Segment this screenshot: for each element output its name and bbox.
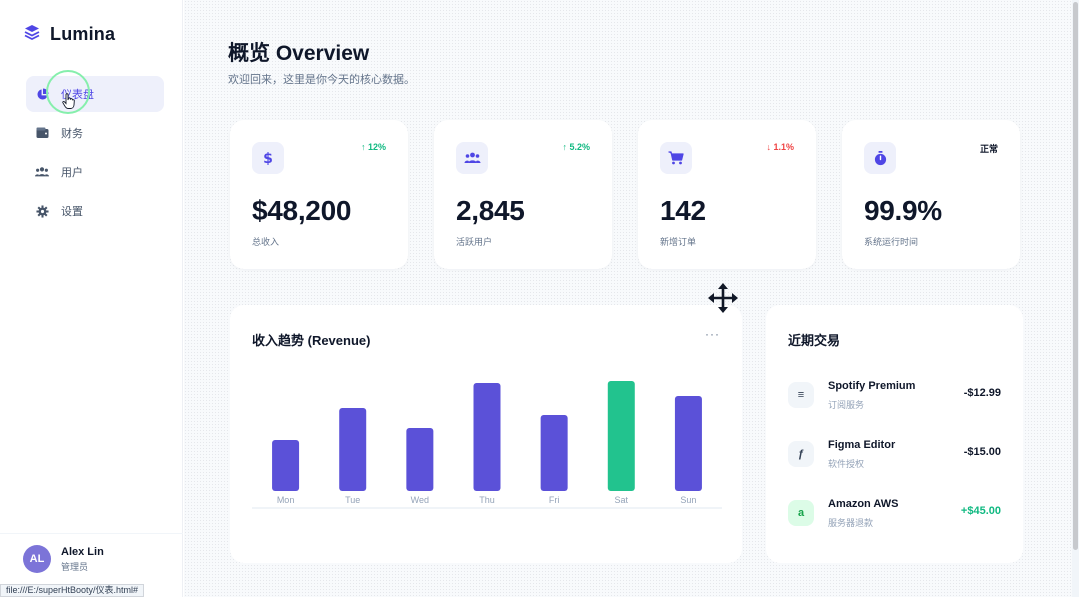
bar-sun[interactable]: [674, 396, 702, 491]
transaction-name: Amazon AWS: [828, 498, 899, 510]
layers-icon: [23, 23, 41, 46]
sidebar-item-label: 用户: [61, 167, 83, 179]
stat-value: 142: [660, 195, 706, 226]
app-name: Lumina: [50, 24, 116, 44]
status-badge: 正常: [979, 144, 998, 154]
amazon-icon: a: [788, 500, 814, 526]
stat-value: 99.9%: [864, 195, 942, 226]
wallet-icon: [35, 126, 49, 140]
sidebar-item-label: 设置: [61, 206, 83, 218]
users-icon: [456, 142, 488, 174]
main-content: 概览 Overview 欢迎回来，这里是你今天的核心数据。 $ ↑ 12% $4…: [184, 0, 1079, 597]
revenue-bar-chart: Mon Tue Wed Thu Fri Sat Sun: [252, 381, 722, 509]
x-tick-label: Mon: [277, 495, 295, 505]
stat-card-active-users[interactable]: ↑ 5.2% 2,845 活跃用户: [434, 120, 612, 269]
stat-label: 活跃用户: [456, 237, 493, 247]
transaction-row[interactable]: a Amazon AWS 服务器退款 +$45.00: [788, 494, 1001, 534]
stat-card-revenue[interactable]: $ ↑ 12% $48,200 总收入: [230, 120, 408, 269]
x-tick-label: Wed: [411, 495, 429, 505]
user-role: 管理员: [61, 561, 89, 572]
figma-icon: ƒ: [788, 441, 814, 467]
gear-icon: [35, 204, 49, 218]
hand-cursor-icon: [62, 93, 75, 114]
trend-badge: ↑ 12%: [360, 142, 386, 152]
stat-label: 总收入: [252, 237, 280, 247]
transaction-category: 订阅服务: [828, 400, 865, 410]
page-subtitle: 欢迎回来，这里是你今天的核心数据。: [228, 74, 415, 86]
scrollbar[interactable]: [1072, 0, 1079, 597]
bar-thu[interactable]: [473, 383, 501, 491]
trend-badge: ↑ 5.2%: [562, 142, 590, 152]
stopwatch-icon: [864, 142, 896, 174]
sidebar-item-users[interactable]: 用户: [26, 154, 164, 190]
x-tick-label: Sat: [615, 495, 629, 505]
cart-icon: [660, 142, 692, 174]
move-cursor-icon: [707, 282, 739, 319]
scrollbar-thumb[interactable]: [1073, 2, 1078, 550]
revenue-chart-card: 收入趋势 (Revenue) ··· Mon Tue Wed Thu Fri Sat Sun: [230, 305, 742, 563]
stat-label: 系统运行时间: [864, 237, 919, 247]
transaction-amount: +$45.00: [960, 505, 1001, 517]
stat-value: 2,845: [456, 195, 525, 226]
transaction-amount: -$15.00: [963, 446, 1001, 458]
transaction-row[interactable]: ≡ Spotify Premium 订阅服务 -$12.99: [788, 376, 1001, 416]
bar-sat[interactable]: [607, 381, 635, 491]
avatar: AL: [23, 545, 51, 573]
sidebar-item-finance[interactable]: 财务: [26, 115, 164, 151]
transaction-name: Figma Editor: [828, 439, 896, 451]
transaction-row[interactable]: ƒ Figma Editor 软件授权 -$15.00: [788, 435, 1001, 475]
users-icon: [35, 165, 49, 179]
more-options-button[interactable]: ···: [705, 327, 720, 341]
stat-label: 新增订单: [660, 237, 697, 247]
transaction-category: 服务器退款: [828, 518, 874, 528]
transaction-name: Spotify Premium: [828, 380, 916, 392]
stat-value: $48,200: [252, 195, 352, 226]
transaction-amount: -$12.99: [963, 387, 1001, 399]
page-title: 概览 Overview: [228, 42, 370, 65]
sidebar-item-label: 财务: [61, 128, 83, 140]
x-tick-label: Sun: [680, 495, 696, 505]
svg-text:$: $: [263, 151, 273, 166]
spotify-icon: ≡: [788, 382, 814, 408]
bar-tue[interactable]: [339, 408, 367, 491]
status-bar-url: file:///E:/superHtBooty/仪表.html#: [0, 584, 145, 597]
sidebar: Lumina 仪表盘 财务 用户 设置 AL Alex Lin 管理员: [0, 0, 183, 597]
bar-wed[interactable]: [406, 428, 434, 491]
transaction-category: 软件授权: [828, 459, 865, 469]
user-name: Alex Lin: [61, 545, 104, 558]
bar-fri[interactable]: [540, 415, 568, 491]
logo[interactable]: Lumina: [23, 23, 115, 46]
dollar-icon: $: [252, 142, 284, 174]
x-tick-label: Fri: [549, 495, 560, 505]
trend-badge: ↓ 1.1%: [766, 142, 794, 152]
bar-mon[interactable]: [272, 440, 300, 491]
x-tick-label: Tue: [345, 495, 360, 505]
stat-card-uptime[interactable]: 正常 99.9% 系统运行时间: [842, 120, 1020, 269]
recent-transactions-card: 近期交易 ≡ Spotify Premium 订阅服务 -$12.99 ƒ Fi…: [766, 305, 1023, 563]
sidebar-item-settings[interactable]: 设置: [26, 193, 164, 229]
sidebar-divider: [0, 533, 183, 534]
stat-card-new-orders[interactable]: ↓ 1.1% 142 新增订单: [638, 120, 816, 269]
transactions-title: 近期交易: [788, 333, 841, 348]
user-profile[interactable]: AL Alex Lin 管理员: [23, 545, 104, 573]
chart-title: 收入趋势 (Revenue): [252, 333, 371, 348]
x-tick-label: Thu: [479, 495, 495, 505]
